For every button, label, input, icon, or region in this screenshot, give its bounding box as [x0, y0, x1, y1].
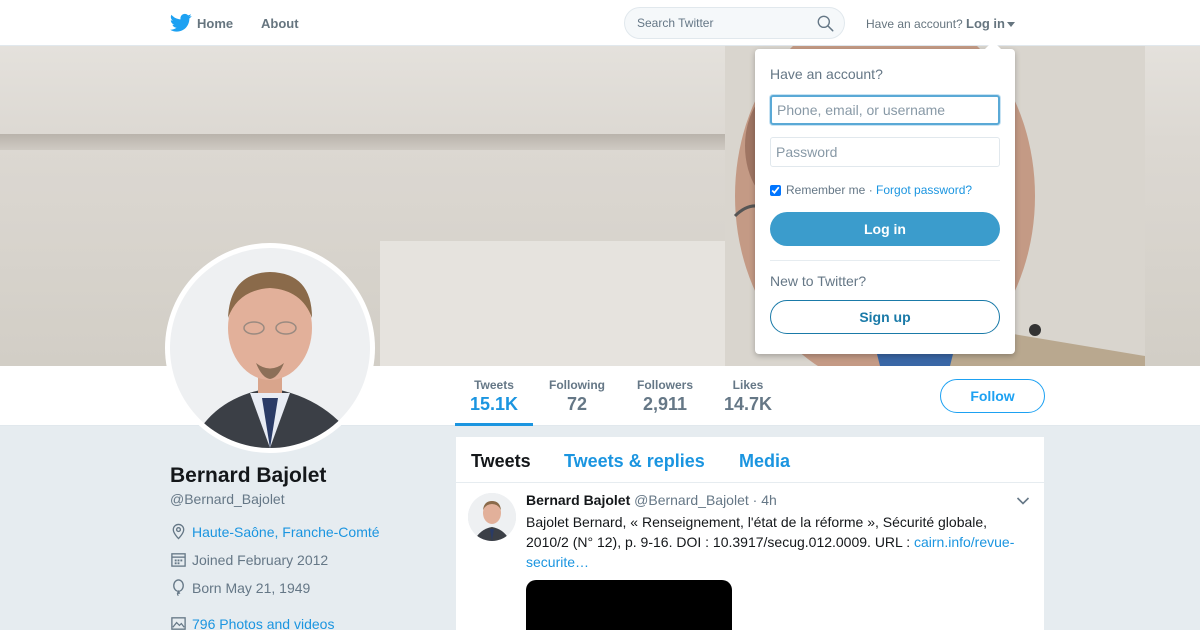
- stat-label: Likes: [732, 378, 764, 392]
- stat-following[interactable]: Following 72: [544, 378, 610, 415]
- login-button[interactable]: Log in: [770, 212, 1000, 246]
- avatar-portrait-image: [170, 248, 370, 448]
- tweet-author-handle[interactable]: @Bernard_Bajolet: [634, 492, 749, 508]
- timeline: Tweets Tweets & replies Media Bernard Ba…: [456, 437, 1044, 630]
- tweet-author-name[interactable]: Bernard Bajolet: [526, 492, 630, 508]
- forgot-password-link[interactable]: Forgot password?: [876, 183, 972, 197]
- username-field[interactable]: [770, 95, 1000, 125]
- tab-media[interactable]: Media: [739, 451, 790, 472]
- balloon-icon: [173, 579, 184, 596]
- stat-value: 14.7K: [723, 394, 773, 414]
- stat-tweets[interactable]: Tweets 15.1K: [455, 378, 533, 426]
- profile-photos: 796 Photos and videos: [170, 615, 334, 630]
- tweet-avatar[interactable]: [468, 493, 516, 541]
- stat-likes[interactable]: Likes 14.7K: [720, 378, 776, 415]
- timeline-tabs: Tweets Tweets & replies Media: [456, 437, 1044, 483]
- profile-avatar[interactable]: [165, 243, 375, 453]
- login-dropdown-toggle[interactable]: Log in: [966, 16, 1015, 31]
- cover-stone-block: [380, 241, 760, 366]
- dropdown-divider: [770, 260, 1000, 261]
- stat-value: 2,911: [642, 394, 688, 414]
- profile-location: Haute-Saône, Franche-Comté: [170, 523, 380, 540]
- nav-about-link[interactable]: About: [261, 16, 299, 31]
- born-text: Born May 21, 1949: [192, 579, 311, 596]
- tab-tweets[interactable]: Tweets: [471, 451, 531, 472]
- tweet-item[interactable]: Bernard Bajolet @Bernard_Bajolet · 4h Ba…: [456, 483, 1044, 630]
- location-link[interactable]: Haute-Saône, Franche-Comté: [192, 524, 380, 540]
- caret-down-icon: [1007, 22, 1015, 28]
- photos-link[interactable]: 796 Photos and videos: [192, 616, 334, 630]
- location-icon: [172, 523, 185, 540]
- profile-name[interactable]: Bernard Bajolet: [170, 464, 326, 488]
- tweet-text: Bajolet Bernard, « Renseignement, l'état…: [526, 512, 1026, 572]
- remember-me-checkbox[interactable]: [770, 184, 781, 196]
- search-box: [624, 7, 845, 39]
- tweet-media[interactable]: [526, 580, 732, 630]
- stat-value: 72: [566, 394, 588, 414]
- search-input[interactable]: [625, 8, 805, 38]
- tweet-header: Bernard Bajolet @Bernard_Bajolet · 4h: [526, 492, 777, 508]
- password-field[interactable]: [770, 137, 1000, 167]
- photo-icon: [171, 617, 186, 630]
- login-dropdown: Have an account? Remember me · Forgot pa…: [755, 41, 1015, 354]
- stat-followers[interactable]: Followers 2,911: [632, 378, 698, 415]
- joined-text: Joined February 2012: [192, 551, 329, 568]
- have-account-text: Have an account?: [866, 17, 963, 31]
- tweet-timestamp[interactable]: · 4h: [753, 492, 777, 508]
- profile-handle: @Bernard_Bajolet: [170, 491, 285, 507]
- cover-stone-ledge: [0, 134, 760, 150]
- nav-home-link[interactable]: Home: [197, 16, 233, 31]
- new-to-twitter-text: New to Twitter?: [770, 273, 867, 289]
- profile-birthday: Born May 21, 1949: [170, 579, 310, 596]
- remember-separator: ·: [865, 183, 877, 197]
- login-link-label: Log in: [966, 16, 1005, 31]
- chevron-down-icon[interactable]: [1016, 496, 1030, 506]
- stat-label: Tweets: [474, 378, 514, 392]
- follow-button[interactable]: Follow: [940, 379, 1045, 413]
- profile-joined: Joined February 2012: [170, 551, 328, 568]
- tweet-avatar-image: [468, 493, 516, 541]
- stat-label: Followers: [636, 378, 693, 392]
- signup-button[interactable]: Sign up: [770, 300, 1000, 334]
- login-dropdown-title: Have an account?: [770, 66, 883, 82]
- stat-value: 15.1K: [469, 394, 519, 414]
- stat-label: Following: [549, 378, 605, 392]
- search-icon[interactable]: [817, 15, 834, 32]
- tab-tweets-replies[interactable]: Tweets & replies: [564, 451, 705, 472]
- remember-me-label[interactable]: Remember me: [786, 183, 865, 197]
- remember-row: Remember me · Forgot password?: [770, 183, 972, 197]
- twitter-bird-icon[interactable]: [170, 13, 192, 33]
- calendar-icon: [171, 553, 186, 567]
- top-navigation: Home About Have an account? Log in: [0, 0, 1200, 46]
